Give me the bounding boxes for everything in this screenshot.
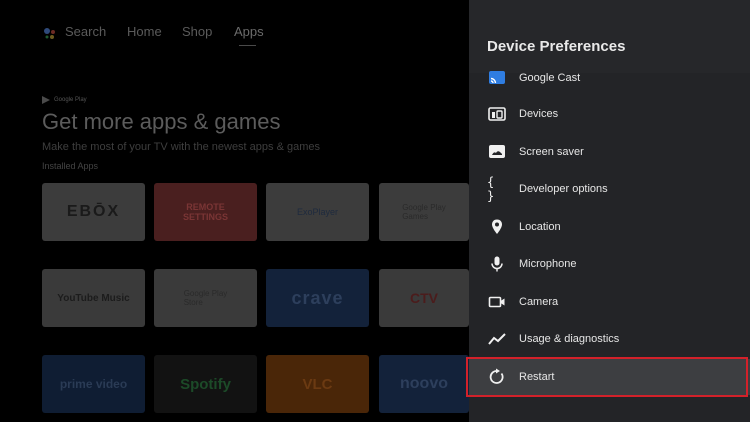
panel-title-overlay: Device Preferences	[487, 38, 626, 55]
menu-item-label: Screen saver	[519, 146, 584, 158]
google-play-text: Google Play	[54, 97, 87, 103]
menu-item-microphone[interactable]: Microphone	[469, 246, 750, 282]
app-tile-label: REMOTE SETTINGS	[182, 202, 228, 222]
app-tile-remote-settings[interactable]: REMOTE SETTINGS	[154, 183, 257, 241]
menu-item-label: Devices	[519, 108, 559, 120]
app-tile-label: CTV	[410, 290, 438, 306]
installed-apps-label: Installed Apps	[42, 161, 99, 171]
devices-icon	[487, 104, 507, 124]
menu-item-developer-options[interactable]: { } Developer options	[469, 171, 750, 207]
app-tile-label: VLC	[302, 375, 333, 393]
app-tile-label: YouTube Music	[57, 292, 130, 304]
google-play-icon	[42, 96, 50, 104]
menu-item-location[interactable]: Location	[469, 209, 750, 245]
braces-icon: { }	[487, 175, 495, 203]
app-tile-label: Spotify	[180, 375, 231, 393]
microphone-icon	[487, 254, 507, 274]
app-tile-google-play-store[interactable]: Google Play Store	[154, 269, 257, 327]
app-tile-ebox[interactable]: EBŌX	[42, 183, 145, 241]
google-play-label: Google Play	[42, 96, 87, 104]
menu-item-camera[interactable]: Camera	[469, 284, 750, 320]
nav-search[interactable]: Search	[65, 24, 106, 39]
nav-apps[interactable]: Apps	[234, 24, 264, 39]
panel-header-overlay: Device Preferences	[469, 0, 750, 69]
app-tile-label: noovo	[400, 375, 448, 392]
app-tile-spotify[interactable]: Spotify	[154, 355, 257, 413]
menu-item-label: Microphone	[519, 258, 577, 270]
menu-item-label: Developer options	[519, 183, 608, 195]
trend-line-icon	[487, 329, 507, 349]
menu-item-usage-diagnostics[interactable]: Usage & diagnostics	[469, 321, 750, 357]
nav-active-indicator	[239, 45, 256, 46]
app-tile-label: EBŌX	[66, 203, 121, 220]
app-tile-exoplayer[interactable]: ExoPlayer	[266, 183, 369, 241]
camera-icon	[487, 292, 507, 312]
promo-title: Get more apps & games	[42, 109, 281, 134]
app-tile-label: Google Play Games	[402, 203, 446, 221]
menu-item-label: Camera	[519, 296, 559, 308]
app-tile-label: ExoPlayer	[296, 207, 339, 217]
menu-item-label: Location	[519, 221, 561, 233]
nav-shop[interactable]: Shop	[182, 24, 212, 39]
app-tile-vlc[interactable]: VLC	[266, 355, 369, 413]
promo-subtitle: Make the most of your TV with the newest…	[42, 141, 320, 153]
location-pin-icon	[487, 217, 507, 237]
assistant-icon[interactable]	[43, 27, 57, 41]
app-tile-label: prime video	[59, 377, 128, 391]
app-tile-google-play-games[interactable]: Google Play Games	[379, 183, 469, 241]
screen-saver-icon	[487, 142, 507, 162]
selection-highlight-box	[466, 357, 748, 397]
menu-item-devices[interactable]: Devices	[469, 96, 750, 132]
app-tile-label: crave	[291, 287, 344, 308]
menu-item-label: Google Cast	[519, 72, 581, 84]
app-tile-youtube-music[interactable]: YouTube Music	[42, 269, 145, 327]
cast-icon	[487, 68, 507, 88]
app-tile-ctv[interactable]: CTV	[379, 269, 469, 327]
app-tile-crave[interactable]: crave	[266, 269, 369, 327]
app-tile-noovo[interactable]: noovo	[379, 355, 469, 413]
app-tile-prime-video[interactable]: prime video	[42, 355, 145, 413]
nav-home[interactable]: Home	[127, 24, 162, 39]
menu-item-screen-saver[interactable]: Screen saver	[469, 134, 750, 170]
menu-item-label: Usage & diagnostics	[519, 333, 620, 345]
app-tile-label: Google Play Store	[183, 289, 228, 307]
